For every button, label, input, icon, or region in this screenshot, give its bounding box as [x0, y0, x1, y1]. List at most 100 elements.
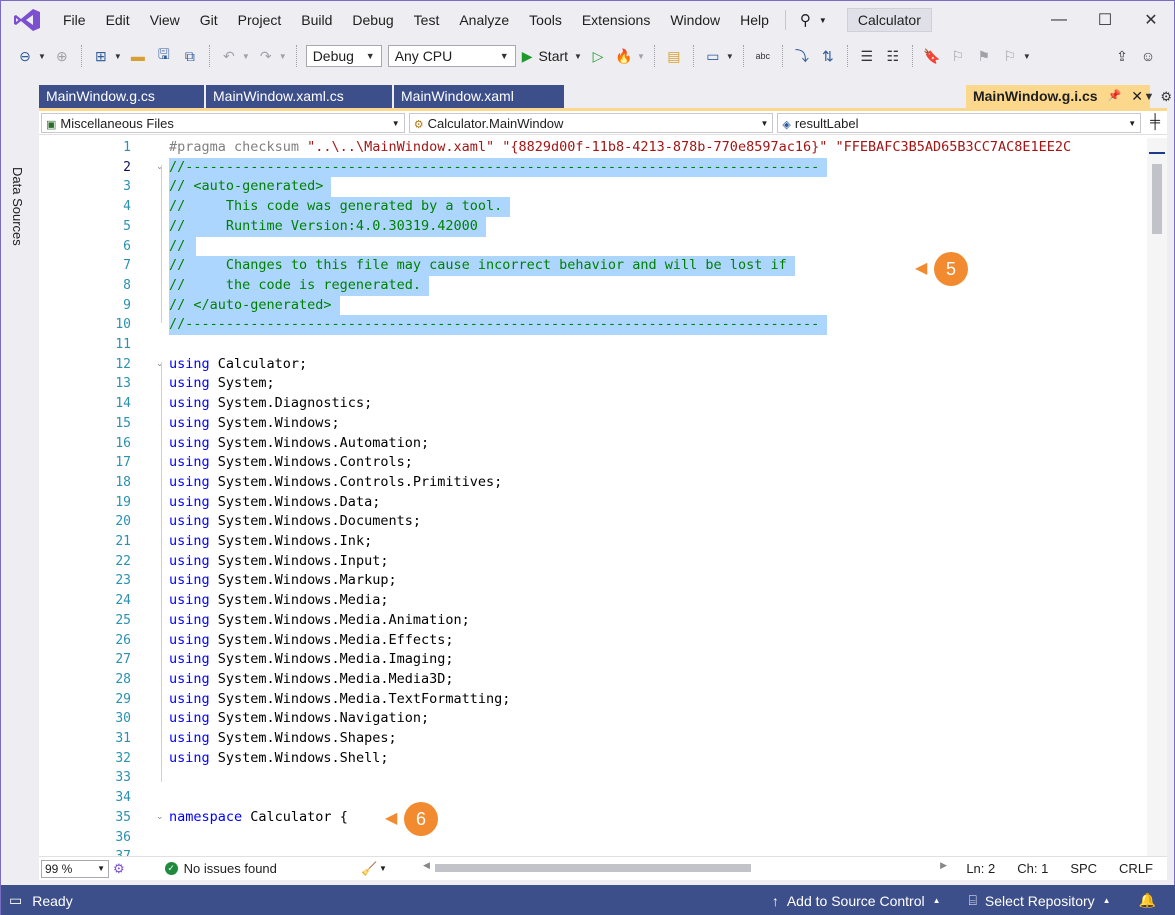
navigate-back-icon[interactable]: ⊖	[15, 46, 35, 66]
tab-document[interactable]: MainWindow.xaml.cs	[206, 85, 392, 108]
line-number: 31	[115, 731, 131, 746]
code-line: //--------------------------------------…	[169, 157, 828, 178]
add-to-source-control-button[interactable]: ↑ Add to Source Control ▲	[772, 893, 941, 909]
platform-select[interactable]: Any CPU ▼	[387, 45, 516, 67]
maximize-button[interactable]: ☐	[1082, 1, 1128, 39]
csharp-file-icon: ▣	[46, 118, 57, 131]
notifications-bell-icon[interactable]: 🔔	[1139, 892, 1156, 909]
comment-lines-icon[interactable]: ☰	[857, 46, 877, 66]
zoom-select[interactable]: 99 % ▼	[41, 859, 109, 878]
chevron-down-icon[interactable]: ▼	[279, 52, 287, 61]
project-dropdown[interactable]: ▣ Miscellaneous Files ▼	[41, 113, 405, 133]
code-token: using	[169, 513, 210, 530]
gear-icon[interactable]: ⚙	[1160, 89, 1172, 105]
scrollbar-thumb[interactable]	[435, 864, 751, 872]
menu-item-analyze[interactable]: Analyze	[449, 1, 519, 39]
editor-status-row: 99 % ▼ ⚙ ✓ No issues found 🧹 ▼ ◀ ▶ Ln: 2…	[39, 856, 1167, 880]
chevron-down-icon[interactable]: ▼	[38, 52, 46, 61]
new-project-icon[interactable]: ⊞	[91, 46, 111, 66]
code-token: using	[169, 473, 210, 490]
data-sources-tab[interactable]: Data Sources	[10, 167, 25, 257]
save-all-icon[interactable]: ⧉	[180, 46, 200, 66]
start-button[interactable]: ▶ Start ▼	[522, 48, 582, 65]
configuration-select[interactable]: Debug ▼	[305, 45, 382, 67]
hot-reload-icon[interactable]: 🔥	[614, 46, 634, 66]
close-tab-icon[interactable]: ✕	[1131, 85, 1143, 108]
select-repository-button[interactable]: ⌸ Select Repository ▲	[969, 892, 1111, 909]
save-icon[interactable]: 🖫	[154, 46, 174, 66]
menu-item-git[interactable]: Git	[190, 1, 228, 39]
navigate-forward-icon[interactable]: ⊕	[52, 46, 72, 66]
compare-files-icon[interactable]: ⇅	[818, 46, 838, 66]
navigation-bar: ▣ Miscellaneous Files ▼ ⚙ Calculator.MainW…	[39, 111, 1167, 135]
menu-item-help[interactable]: Help	[730, 1, 779, 39]
tab-document[interactable]: MainWindow.g.cs	[39, 85, 204, 108]
menu-item-view[interactable]: View	[140, 1, 190, 39]
code-token: System.Windows.Media.TextFormatting;	[209, 690, 511, 707]
menu-item-tools[interactable]: Tools	[519, 1, 572, 39]
code-line: using System.Windows.Navigation;	[169, 709, 429, 729]
previous-bookmark-icon[interactable]: ⚐	[948, 46, 968, 66]
column-indicator[interactable]: Ch: 1	[1017, 861, 1048, 876]
code-token: "..\..\MainWindow.xaml" "{8829d00f-11b8-…	[307, 139, 1072, 155]
vertical-scrollbar[interactable]	[1147, 138, 1167, 856]
collapse-region-icon[interactable]: ⌄	[156, 162, 164, 172]
chevron-down-icon[interactable]: ▼	[637, 52, 645, 61]
chevron-down-icon[interactable]: ▼	[379, 864, 387, 873]
step-into-icon[interactable]: ⤵	[792, 46, 812, 66]
chevron-down-icon[interactable]: ▼	[114, 52, 122, 61]
horizontal-scrollbar[interactable]: ◀ ▶	[423, 860, 947, 873]
menu-item-edit[interactable]: Edit	[96, 1, 140, 39]
scroll-left-icon[interactable]: ◀	[423, 860, 430, 871]
undo-icon[interactable]: ↶	[219, 46, 239, 66]
code-token: // </auto-generated>	[169, 296, 332, 313]
chevron-down-icon[interactable]: ▼	[242, 52, 250, 61]
line-indicator[interactable]: Ln: 2	[966, 861, 995, 876]
split-editor-icon[interactable]: ╪	[1145, 113, 1165, 132]
member-dropdown[interactable]: ◈ resultLabel ▼	[777, 113, 1142, 133]
feedback-icon[interactable]: ☺	[1138, 46, 1158, 66]
open-folder-icon[interactable]: ▬	[128, 46, 148, 66]
code-token: // <auto-generated>	[169, 178, 324, 195]
start-without-debugging-icon[interactable]: ▷	[588, 46, 608, 66]
spell-check-icon[interactable]: abc	[753, 46, 773, 66]
menu-item-build[interactable]: Build	[291, 1, 342, 39]
next-bookmark-icon[interactable]: ⚑	[974, 46, 994, 66]
close-window-button[interactable]: ✕	[1128, 1, 1174, 39]
issues-indicator[interactable]: ✓ No issues found	[164, 861, 277, 876]
code-text-area[interactable]: 1 2 ⌄ 3 4 5 6 7 8 9 10 11 12 ⌄ 13 14 15 16 17 18 19 20 21 22 23 2…	[39, 138, 1147, 856]
clear-bookmarks-icon[interactable]: ⚐	[1000, 46, 1020, 66]
menu-item-project[interactable]: Project	[228, 1, 292, 39]
output-window-icon[interactable]: ▭	[9, 892, 22, 909]
code-cleanup-icon[interactable]: 🧹	[361, 861, 377, 877]
search-button[interactable]: ⚲ ▼	[792, 1, 835, 39]
chevron-down-icon[interactable]: ▼	[1023, 52, 1031, 61]
menu-item-test[interactable]: Test	[404, 1, 450, 39]
redo-icon[interactable]: ↷	[256, 46, 276, 66]
menu-item-debug[interactable]: Debug	[342, 1, 403, 39]
tab-list-dropdown-icon[interactable]: ▼	[1143, 91, 1154, 103]
live-share-icon[interactable]: ⇪	[1112, 46, 1132, 66]
menu-item-extensions[interactable]: Extensions	[572, 1, 660, 39]
tab-document[interactable]: MainWindow.xaml	[394, 85, 564, 108]
chevron-down-icon[interactable]: ▼	[726, 52, 734, 61]
collapse-region-icon[interactable]: ⌄	[156, 812, 164, 822]
tab-active-document[interactable]: MainWindow.g.i.cs 📌 ✕	[965, 85, 1150, 108]
browse-folder-icon[interactable]: ▤	[664, 46, 684, 66]
window-layout-icon[interactable]: ▭	[703, 46, 723, 66]
menu-item-window[interactable]: Window	[660, 1, 730, 39]
scroll-right-icon[interactable]: ▶	[940, 860, 947, 871]
whitespace-indicator[interactable]: SPC	[1070, 861, 1097, 876]
bookmark-icon[interactable]: 🔖	[922, 46, 942, 66]
type-dropdown[interactable]: ⚙ Calculator.MainWindow ▼	[408, 113, 774, 133]
scrollbar-thumb[interactable]	[1152, 164, 1162, 234]
uncomment-lines-icon[interactable]: ☷	[883, 46, 903, 66]
line-number-gutter: 1 2 ⌄ 3 4 5 6 7 8 9 10 11 12 ⌄ 13 14 15 16 17 18 19 20 21 22 23 2…	[39, 138, 164, 856]
line-endings-indicator[interactable]: CRLF	[1119, 861, 1153, 876]
line-number: 8	[123, 277, 131, 293]
menu-item-file[interactable]: File	[53, 1, 96, 39]
pin-icon[interactable]: 📌	[1108, 85, 1122, 108]
collapse-region-icon[interactable]: ⌄	[156, 359, 164, 369]
intellicode-icon[interactable]: ⚙	[113, 861, 125, 877]
minimize-button[interactable]: —	[1036, 1, 1082, 39]
